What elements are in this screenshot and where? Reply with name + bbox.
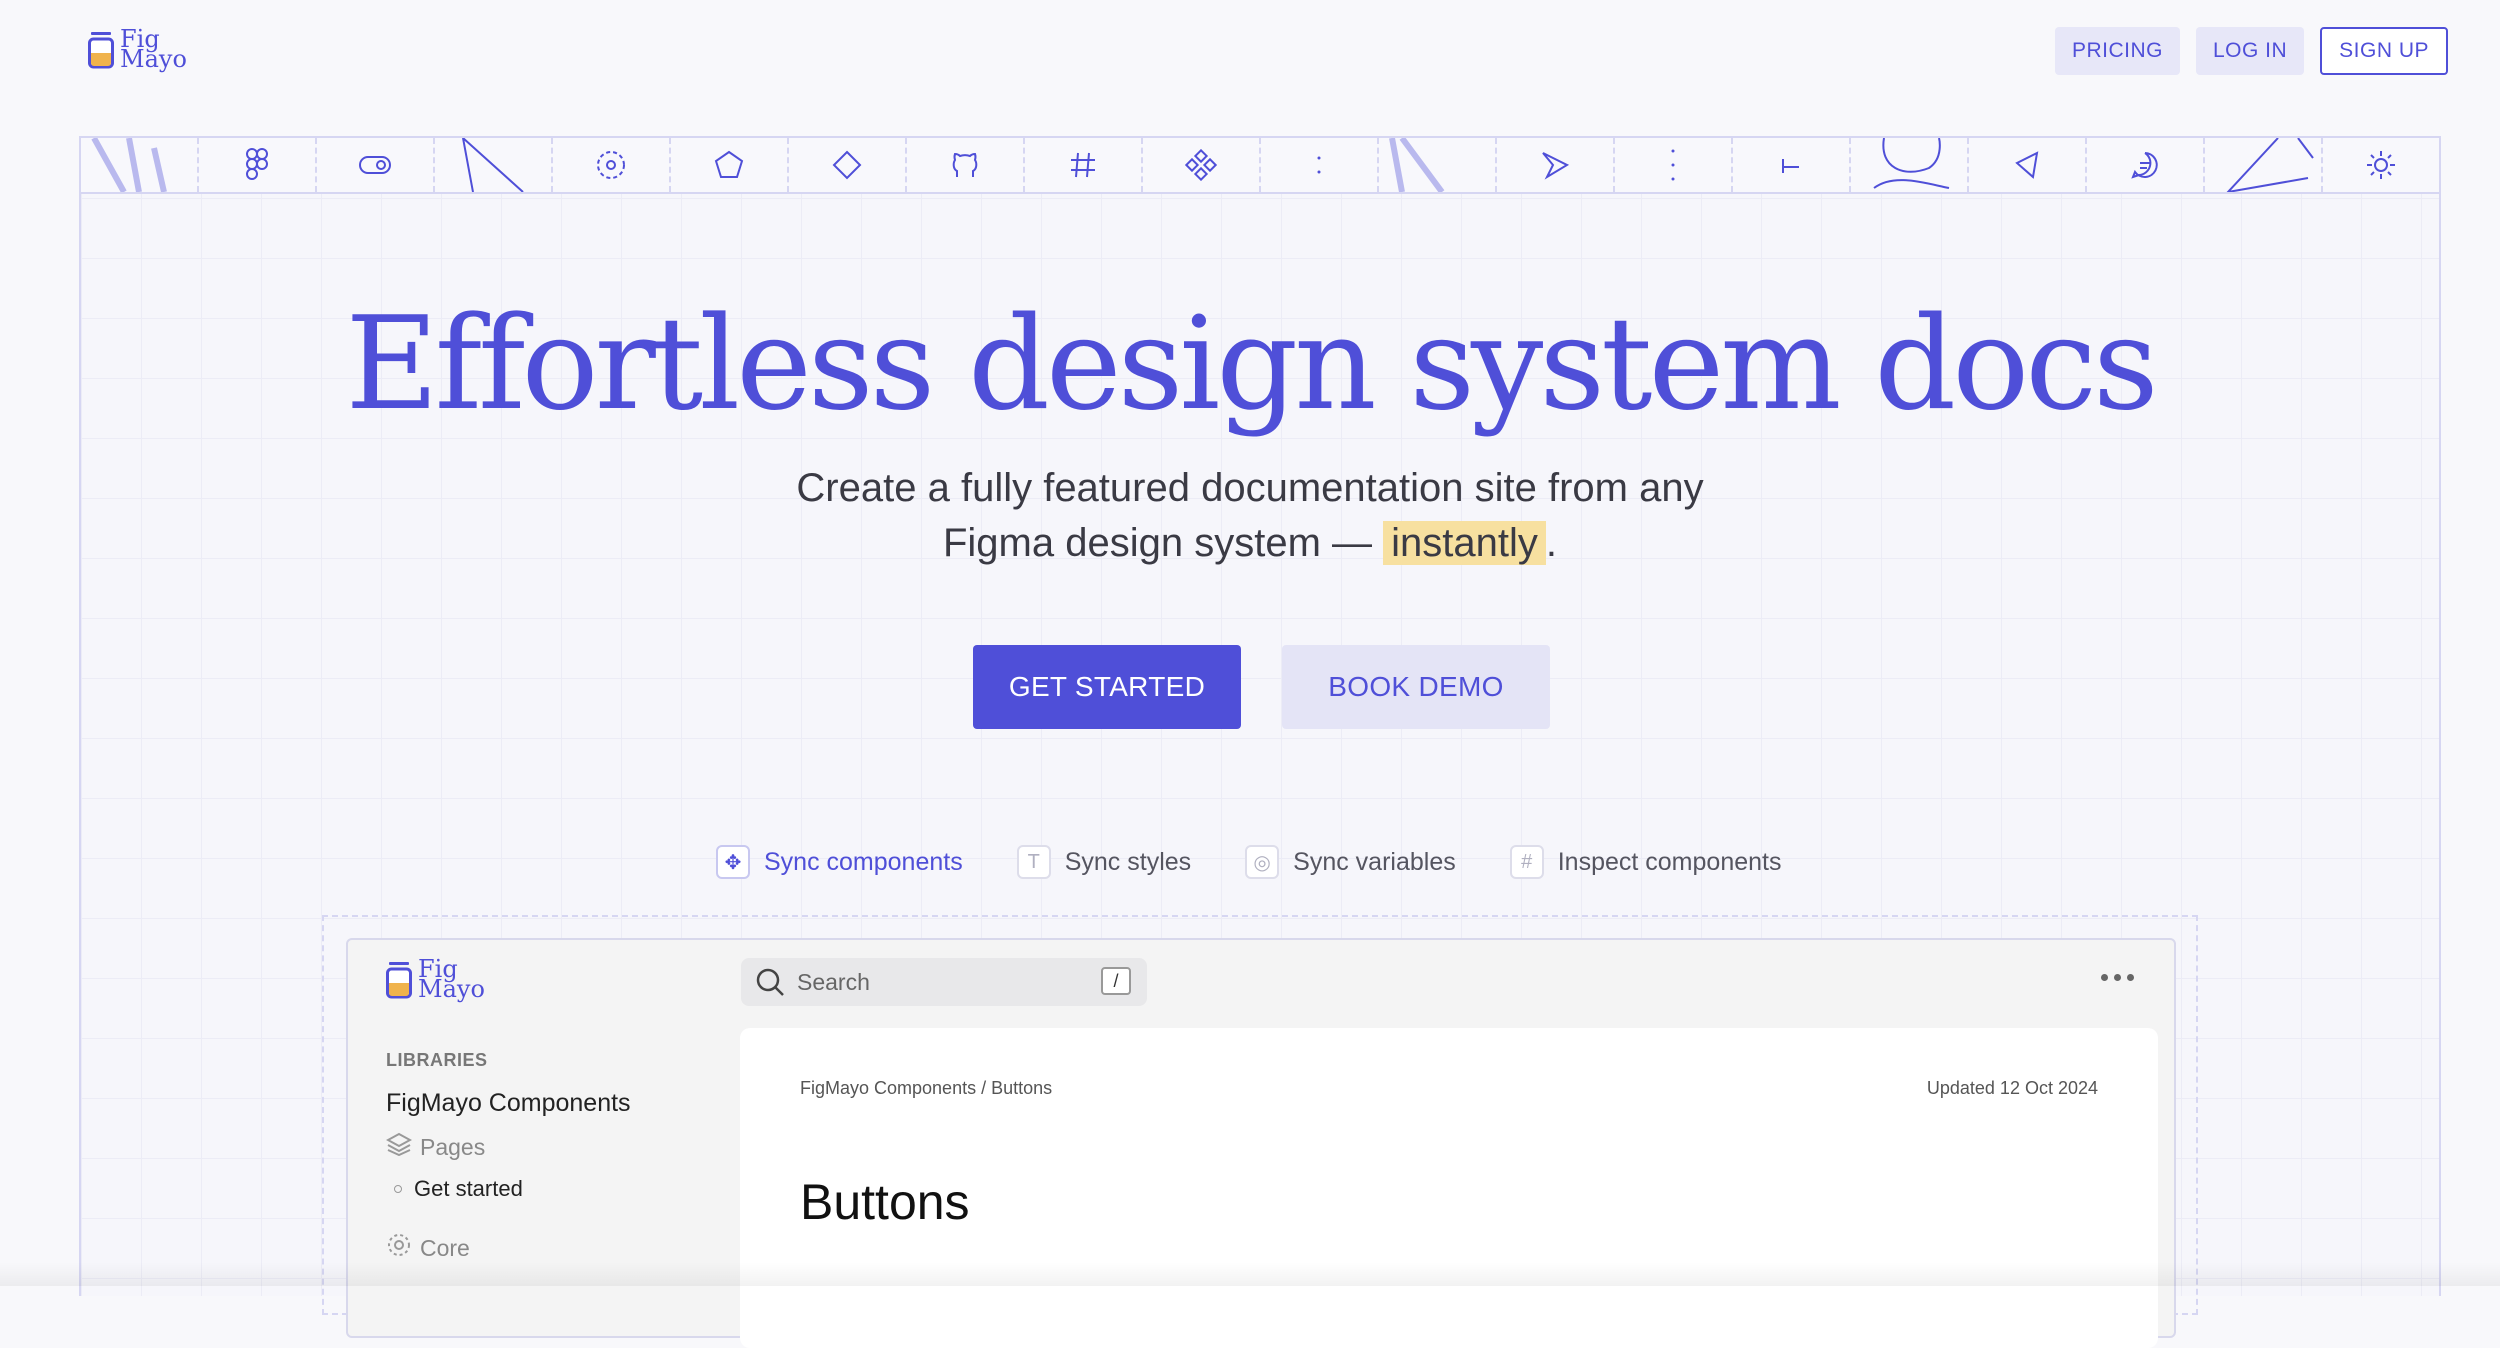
- sidebar-section-label: LIBRARIES: [386, 1050, 488, 1070]
- framer-icon: [1497, 138, 1615, 192]
- bottom-fade: [0, 1262, 2500, 1286]
- signup-button[interactable]: SIGN UP: [2320, 27, 2448, 75]
- feature-tabs: ✥ Sync components T Sync styles ◎ Sync v…: [716, 845, 1781, 879]
- hero-title: Effortless design system docs: [345, 290, 2158, 439]
- sidebar-item-get-started[interactable]: Get started: [386, 1176, 631, 1202]
- preview-logo[interactable]: Fig Mayo: [386, 957, 485, 1003]
- pentagon-icon: [671, 138, 789, 192]
- dot-pair-icon: [1261, 138, 1379, 192]
- decorative-icon-strip: [81, 138, 2439, 194]
- get-started-button[interactable]: GET STARTED: [973, 645, 1241, 729]
- bullet-circle-icon: [394, 1185, 402, 1193]
- chat-bubble-icon: [2087, 138, 2205, 192]
- figma-icon: [199, 138, 317, 192]
- abstract-shape-icon: [81, 138, 199, 192]
- figmayo-logo[interactable]: Fig Mayo: [88, 27, 187, 73]
- tab-label: Sync components: [764, 847, 963, 876]
- hero-subtitle-prefix: Figma design system —: [942, 521, 1384, 565]
- sidebar-pages-label: Pages: [420, 1133, 486, 1160]
- tab-inspect-components[interactable]: # Inspect components: [1509, 845, 1782, 879]
- swirl-shape-icon: [1851, 138, 1969, 192]
- sidebar-core-group[interactable]: Core: [386, 1232, 631, 1264]
- hero-subtitle-suffix: .: [1545, 521, 1557, 565]
- doc-content-panel: FigMayo Components / Buttons Updated 12 …: [740, 1028, 2158, 1348]
- tab-label: Inspect components: [1557, 847, 1782, 876]
- jar-logo-icon: [386, 961, 412, 999]
- sidebar-pages-group[interactable]: Pages: [385, 1132, 631, 1162]
- breadcrumb[interactable]: FigMayo Components / Buttons: [800, 1078, 1052, 1099]
- search-placeholder: Search: [797, 968, 870, 995]
- tab-label: Sync variables: [1293, 847, 1456, 876]
- github-icon: [907, 138, 1025, 192]
- tab-sync-components[interactable]: ✥ Sync components: [716, 845, 963, 879]
- search-input[interactable]: Search /: [741, 958, 1147, 1006]
- cursor-arrow-icon: [1969, 138, 2087, 192]
- hero-subtitle-line1: Create a fully featured documentation si…: [796, 466, 1704, 510]
- sidebar-core-label: Core: [420, 1234, 470, 1261]
- tab-label: Sync styles: [1064, 847, 1192, 876]
- angle-line-icon: [435, 138, 553, 192]
- component-diamond-icon: [1143, 138, 1261, 192]
- sidebar-library-name[interactable]: FigMayo Components: [386, 1089, 631, 1118]
- diamond-icon: [789, 138, 907, 192]
- tab-sync-styles[interactable]: T Sync styles: [1016, 845, 1192, 879]
- toggle-icon: [317, 138, 435, 192]
- hash-icon: [1025, 138, 1143, 192]
- corner-tick-icon: [1733, 138, 1851, 192]
- pricing-button[interactable]: PRICING: [2054, 27, 2180, 75]
- text-style-icon: T: [1016, 845, 1051, 879]
- abstract-zigzag-icon: [2205, 138, 2323, 192]
- sun-icon: [2323, 138, 2439, 192]
- highlighted-word: instantly: [1383, 521, 1546, 565]
- search-icon: [755, 967, 785, 997]
- header-nav: PRICING LOG IN SIGN UP: [2054, 27, 2448, 75]
- search-shortcut-key: /: [1101, 967, 1131, 995]
- preview-sidebar: LIBRARIES FigMayo Components Pages Get s…: [385, 1050, 631, 1264]
- vertical-dots-icon: [1615, 138, 1733, 192]
- logo-text-mayo: Mayo: [418, 974, 485, 1003]
- component-icon: ✥: [716, 845, 750, 879]
- tab-sync-variables[interactable]: ◎ Sync variables: [1245, 845, 1456, 879]
- layers-icon: [385, 1132, 413, 1162]
- login-button[interactable]: LOG IN: [2195, 27, 2305, 75]
- more-options-icon[interactable]: [2101, 974, 2134, 981]
- grid-hash-icon: #: [1509, 845, 1544, 879]
- variable-icon: ◎: [1245, 845, 1280, 879]
- jar-logo-icon: [88, 31, 114, 69]
- sidebar-item-label: Get started: [414, 1176, 523, 1201]
- abstract-slant-icon: [1379, 138, 1497, 192]
- updated-timestamp: Updated 12 Oct 2024: [1926, 1078, 2098, 1098]
- book-demo-button[interactable]: BOOK DEMO: [1282, 645, 1550, 729]
- dashed-gear-icon: [386, 1232, 412, 1264]
- page-title: Buttons: [800, 1174, 970, 1230]
- logo-text-mayo: Mayo: [120, 44, 187, 73]
- top-navigation: Fig Mayo PRICING LOG IN SIGN UP: [0, 0, 2500, 130]
- dashed-circle-icon: [553, 138, 671, 192]
- hero-subtitle-line2: Figma design system — instantly.: [0, 521, 2500, 566]
